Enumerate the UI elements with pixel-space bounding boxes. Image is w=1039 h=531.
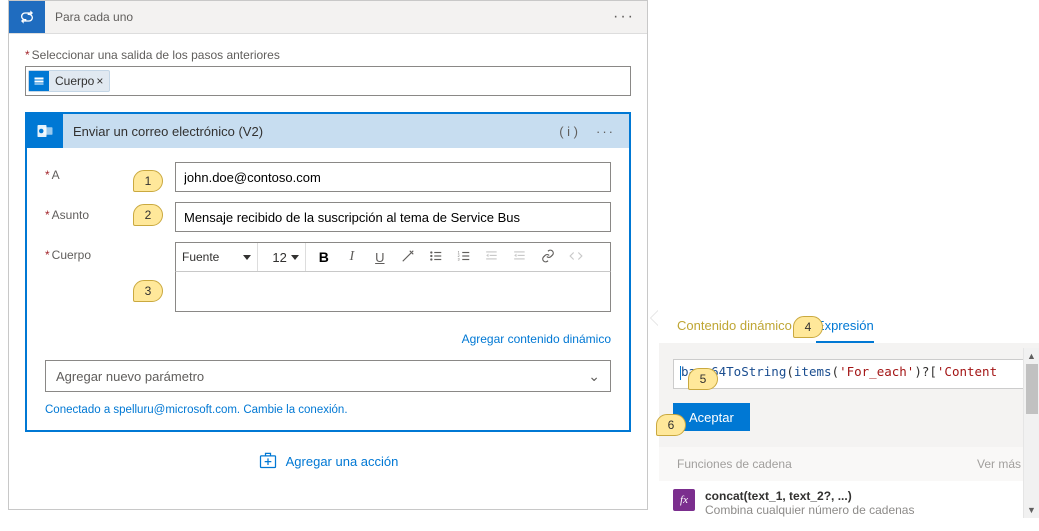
string-functions-header: Funciones de cadena Ver más xyxy=(659,447,1039,481)
italic-button[interactable]: I xyxy=(342,249,362,265)
dynamic-content-panel: Contenido dinámico Expresión base64ToStr… xyxy=(659,304,1039,525)
body-editor[interactable] xyxy=(175,272,611,312)
add-action-link[interactable]: Agregar una acción xyxy=(286,454,399,469)
fontsize-select[interactable]: 12 xyxy=(266,243,305,271)
code-button[interactable] xyxy=(566,249,586,266)
outdent-button[interactable] xyxy=(482,249,502,266)
callout-2: 2 xyxy=(133,204,163,226)
body-label: Cuerpo xyxy=(52,248,91,262)
loop-icon xyxy=(9,1,45,33)
add-step-icon[interactable] xyxy=(258,450,278,473)
see-more-link[interactable]: Ver más xyxy=(977,457,1021,471)
scroll-down-icon[interactable]: ▼ xyxy=(1024,502,1039,518)
callout-1: 1 xyxy=(133,170,163,192)
svg-text:3: 3 xyxy=(457,257,459,261)
bold-button[interactable]: B xyxy=(314,249,334,265)
underline-button[interactable]: U xyxy=(370,250,390,265)
close-icon[interactable]: × xyxy=(96,74,103,88)
foreach-title: Para cada uno xyxy=(45,10,601,24)
foreach-more-button[interactable]: ··· xyxy=(601,8,647,26)
numlist-button[interactable]: 123 xyxy=(454,249,474,266)
output-label: *Seleccionar una salida de los pasos ant… xyxy=(25,48,631,62)
callout-3: 3 xyxy=(133,280,163,302)
chevron-down-icon: ⌄ xyxy=(588,368,600,385)
expression-input[interactable]: base64ToString(items('For_each')?['Conte… xyxy=(673,359,1025,389)
subject-input[interactable] xyxy=(175,202,611,232)
color-button[interactable] xyxy=(398,249,418,266)
info-icon[interactable]: ( i ) xyxy=(559,124,578,139)
foreach-header: Para cada uno ··· xyxy=(9,1,647,34)
rich-text-toolbar: Fuente 12 B I U 123 xyxy=(175,242,611,272)
scroll-thumb[interactable] xyxy=(1026,364,1038,414)
outlook-icon xyxy=(27,114,63,148)
connection-info[interactable]: Conectado a spelluru@microsoft.com. Camb… xyxy=(27,404,629,430)
indent-button[interactable] xyxy=(510,249,530,266)
email-header: Enviar un correo electrónico (V2) ( i ) … xyxy=(27,114,629,148)
add-dynamic-content-link[interactable]: Agregar contenido dinámico xyxy=(27,326,629,356)
callout-4: 4 xyxy=(793,316,823,338)
to-label: A xyxy=(52,168,60,182)
font-select[interactable]: Fuente xyxy=(182,243,258,271)
to-input[interactable] xyxy=(175,162,611,192)
email-more-button[interactable]: ··· xyxy=(596,124,615,139)
bullets-button[interactable] xyxy=(426,249,446,266)
body-token[interactable]: Cuerpo× xyxy=(28,70,110,92)
subject-label: Asunto xyxy=(52,208,89,222)
scroll-up-icon[interactable]: ▲ xyxy=(1024,348,1039,364)
add-parameter-dropdown[interactable]: Agregar nuevo parámetro ⌄ xyxy=(45,360,611,392)
foreach-card: Para cada uno ··· *Seleccionar una salid… xyxy=(8,0,648,510)
function-concat[interactable]: fx concat(text_1, text_2?, ...) Combina … xyxy=(673,489,1025,517)
callout-6: 6 xyxy=(656,414,686,436)
email-title: Enviar un correo electrónico (V2) xyxy=(63,124,545,139)
output-token-box[interactable]: Cuerpo× xyxy=(25,66,631,96)
panel-notch xyxy=(651,310,659,326)
link-button[interactable] xyxy=(538,249,558,266)
callout-5: 5 xyxy=(688,368,718,390)
fx-icon: fx xyxy=(673,489,695,511)
tab-expression[interactable]: Expresión xyxy=(816,318,874,343)
tab-dynamic-content[interactable]: Contenido dinámico xyxy=(677,318,792,343)
servicebus-icon xyxy=(29,71,49,91)
panel-scrollbar[interactable]: ▲ ▼ xyxy=(1023,348,1039,518)
email-action-card: Enviar un correo electrónico (V2) ( i ) … xyxy=(25,112,631,432)
